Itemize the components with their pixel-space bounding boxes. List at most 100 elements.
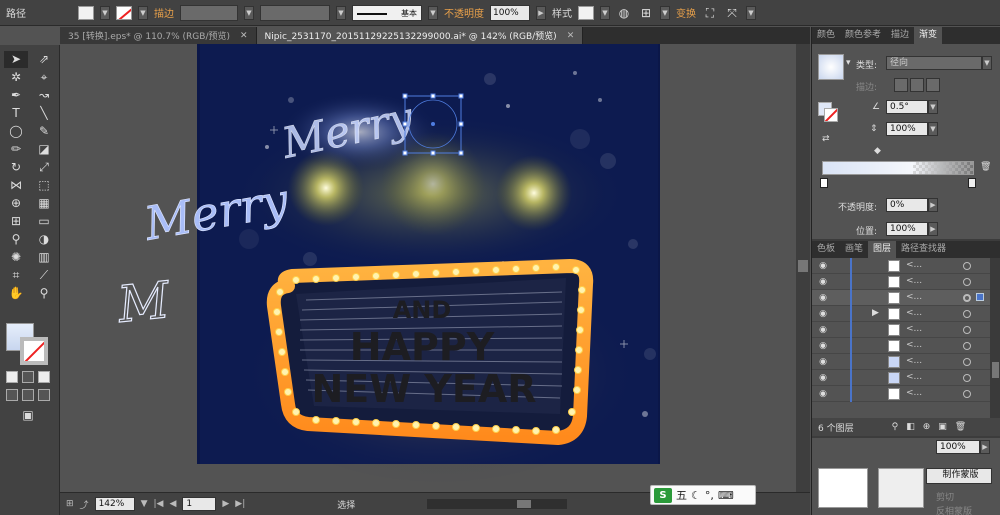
stroke-weight-field[interactable] <box>180 4 238 21</box>
angle-dropdown[interactable]: ▼ <box>928 100 938 114</box>
first-artboard-icon[interactable]: |◀ <box>153 499 163 509</box>
gradient-opacity-field[interactable]: 0% <box>886 198 928 212</box>
tab-pathfinder[interactable]: 路径查找器 <box>896 241 951 258</box>
location-dropdown[interactable]: ▶ <box>928 222 938 236</box>
zoom-field[interactable]: 142% <box>94 497 135 511</box>
eyedropper-tool-icon[interactable]: ⚲ <box>4 231 28 248</box>
eraser-tool-icon[interactable]: ◪ <box>32 141 56 158</box>
variable-width-dropdown[interactable]: ▼ <box>336 5 346 20</box>
tab-swatches[interactable]: 色板 <box>812 241 840 258</box>
gradient-preview-swatch[interactable] <box>818 54 844 80</box>
hand-tool-icon[interactable]: ✋ <box>4 285 28 302</box>
eye-icon[interactable]: ◉ <box>818 357 828 367</box>
magic-wand-tool-icon[interactable]: ✲ <box>4 69 28 86</box>
gradient-stroke-option-1[interactable] <box>894 78 908 92</box>
export-icon[interactable]: ⤴ <box>80 498 89 511</box>
align-dropdown[interactable]: ▼ <box>660 5 670 20</box>
midpoint-icon[interactable]: ◆ <box>874 146 881 156</box>
layer-row-selected[interactable]: ◉ <... <box>812 290 990 306</box>
style-dropdown[interactable]: ▼ <box>600 5 610 20</box>
stroke-color-box[interactable] <box>20 337 48 365</box>
target-icon[interactable] <box>963 390 971 398</box>
object-thumbnail[interactable] <box>818 468 868 508</box>
align-icon[interactable]: ⊞ <box>638 5 654 21</box>
canvas-vertical-scrollbar[interactable] <box>796 44 810 492</box>
target-icon[interactable] <box>963 358 971 366</box>
free-transform-tool-icon[interactable]: ⬚ <box>32 177 56 194</box>
eye-icon[interactable]: ◉ <box>818 373 828 383</box>
ime-mode-label[interactable]: 五 <box>676 487 687 503</box>
curvature-tool-icon[interactable]: ↝ <box>32 87 56 104</box>
tab-document-2[interactable]: Nipic_2531170_20151129225132299000.ai* @… <box>256 27 584 44</box>
brush-dropdown[interactable]: ▼ <box>428 5 438 20</box>
layer-row[interactable]: ◉ <... <box>812 386 990 402</box>
new-sublayer-icon[interactable]: ⊕ <box>923 422 931 432</box>
gradient-type-select[interactable]: 径向 <box>886 56 982 70</box>
eye-icon[interactable]: ◉ <box>818 293 828 303</box>
none-mode-button[interactable] <box>38 371 50 383</box>
stroke-link[interactable]: 描边 <box>154 5 174 20</box>
perspective-tool-icon[interactable]: ▦ <box>32 195 56 212</box>
eye-icon[interactable]: ◉ <box>818 277 828 287</box>
scale-tool-icon[interactable]: ⤢ <box>32 159 56 176</box>
ime-toolbar[interactable]: S 五 ☾ °, ⌨ <box>650 485 756 505</box>
letter-m-text[interactable]: M <box>114 270 175 335</box>
shape-builder-tool-icon[interactable]: ⊕ <box>4 195 28 212</box>
gradient-slider[interactable] <box>822 161 974 175</box>
next-artboard-icon[interactable]: ▶ <box>222 499 229 509</box>
fill-swatch[interactable] <box>78 5 94 20</box>
eye-icon[interactable]: ◉ <box>818 389 828 399</box>
scrollbar-thumb[interactable] <box>992 362 999 378</box>
line-tool-icon[interactable]: ╲ <box>32 105 56 122</box>
aspect-ratio-dropdown[interactable]: ▼ <box>928 122 938 136</box>
layer-row[interactable]: ◉ <... <box>812 322 990 338</box>
make-clipping-mask-icon[interactable]: ◧ <box>906 422 915 432</box>
tab-document-1[interactable]: 35 [转换].eps* @ 110.7% (RGB/预览) ✕ <box>60 27 257 44</box>
stroke-dropdown[interactable]: ▼ <box>138 5 148 20</box>
layers-scrollbar[interactable] <box>990 258 1000 418</box>
layer-row[interactable]: ◉ ▶ <... <box>812 306 990 322</box>
stroke-swatch[interactable] <box>116 5 132 20</box>
pencil-tool-icon[interactable]: ✏ <box>4 141 28 158</box>
layer-row[interactable]: ◉ <... <box>812 370 990 386</box>
screen-mode-icon[interactable]: ▣ <box>16 407 40 424</box>
invert-mask-checkbox-label[interactable]: 反相蒙版 <box>936 504 972 515</box>
delete-stop-icon[interactable]: 🗑 <box>980 162 991 172</box>
transform-link[interactable]: 变换 <box>676 5 696 20</box>
target-icon[interactable] <box>963 294 971 302</box>
direct-selection-tool-icon[interactable]: ⇗ <box>32 51 56 68</box>
lasso-tool-icon[interactable]: ⌖ <box>32 69 56 86</box>
pen-tool-icon[interactable]: ✒ <box>4 87 28 104</box>
column-graph-tool-icon[interactable]: ▥ <box>32 249 56 266</box>
locate-object-icon[interactable]: ⚲ <box>892 422 899 432</box>
layer-row[interactable]: ◉ <... <box>812 338 990 354</box>
brush-definition[interactable]: 基本 <box>352 4 422 21</box>
clip-checkbox-label[interactable]: 剪切 <box>936 490 954 503</box>
width-tool-icon[interactable]: ⋈ <box>4 177 28 194</box>
marquee-sign[interactable]: AND HAPPY NEW YEAR <box>266 259 594 445</box>
fill-dropdown[interactable]: ▼ <box>100 5 110 20</box>
horizontal-scrollbar[interactable] <box>427 499 568 509</box>
gradient-menu-icon[interactable]: ▾ <box>846 58 851 68</box>
scrollbar-thumb[interactable] <box>517 500 532 508</box>
punctuation-icon[interactable]: °, <box>705 489 714 502</box>
gradient-type-dropdown[interactable]: ▼ <box>982 56 992 70</box>
rotate-tool-icon[interactable]: ↻ <box>4 159 28 176</box>
eye-icon[interactable]: ◉ <box>818 309 828 319</box>
recolor-icon[interactable]: ◍ <box>616 5 632 21</box>
gradient-stroke-option-2[interactable] <box>910 78 924 92</box>
arrange-dropdown[interactable]: ▼ <box>746 5 756 20</box>
canvas-area[interactable]: Merry Merry M AND HAPPY NEW YEAR <box>60 44 810 492</box>
gradient-stroke-option-3[interactable] <box>926 78 940 92</box>
ellipse-tool-icon[interactable]: ◯ <box>4 123 28 140</box>
variable-width-field[interactable] <box>260 4 330 21</box>
transparency-opacity-field[interactable]: 100% <box>936 440 980 454</box>
gradient-opacity-dropdown[interactable]: ▶ <box>928 198 938 212</box>
eye-icon[interactable]: ◉ <box>818 325 828 335</box>
layer-row[interactable]: ◉ <... <box>812 354 990 370</box>
layer-row[interactable]: ◉ <... <box>812 274 990 290</box>
transparency-opacity-dropdown[interactable]: ▶ <box>980 440 990 454</box>
artboard-tool-icon[interactable]: ⌗ <box>4 267 28 284</box>
tab-gradient[interactable]: 渐变 <box>914 27 943 44</box>
draw-normal-button[interactable] <box>6 389 18 401</box>
